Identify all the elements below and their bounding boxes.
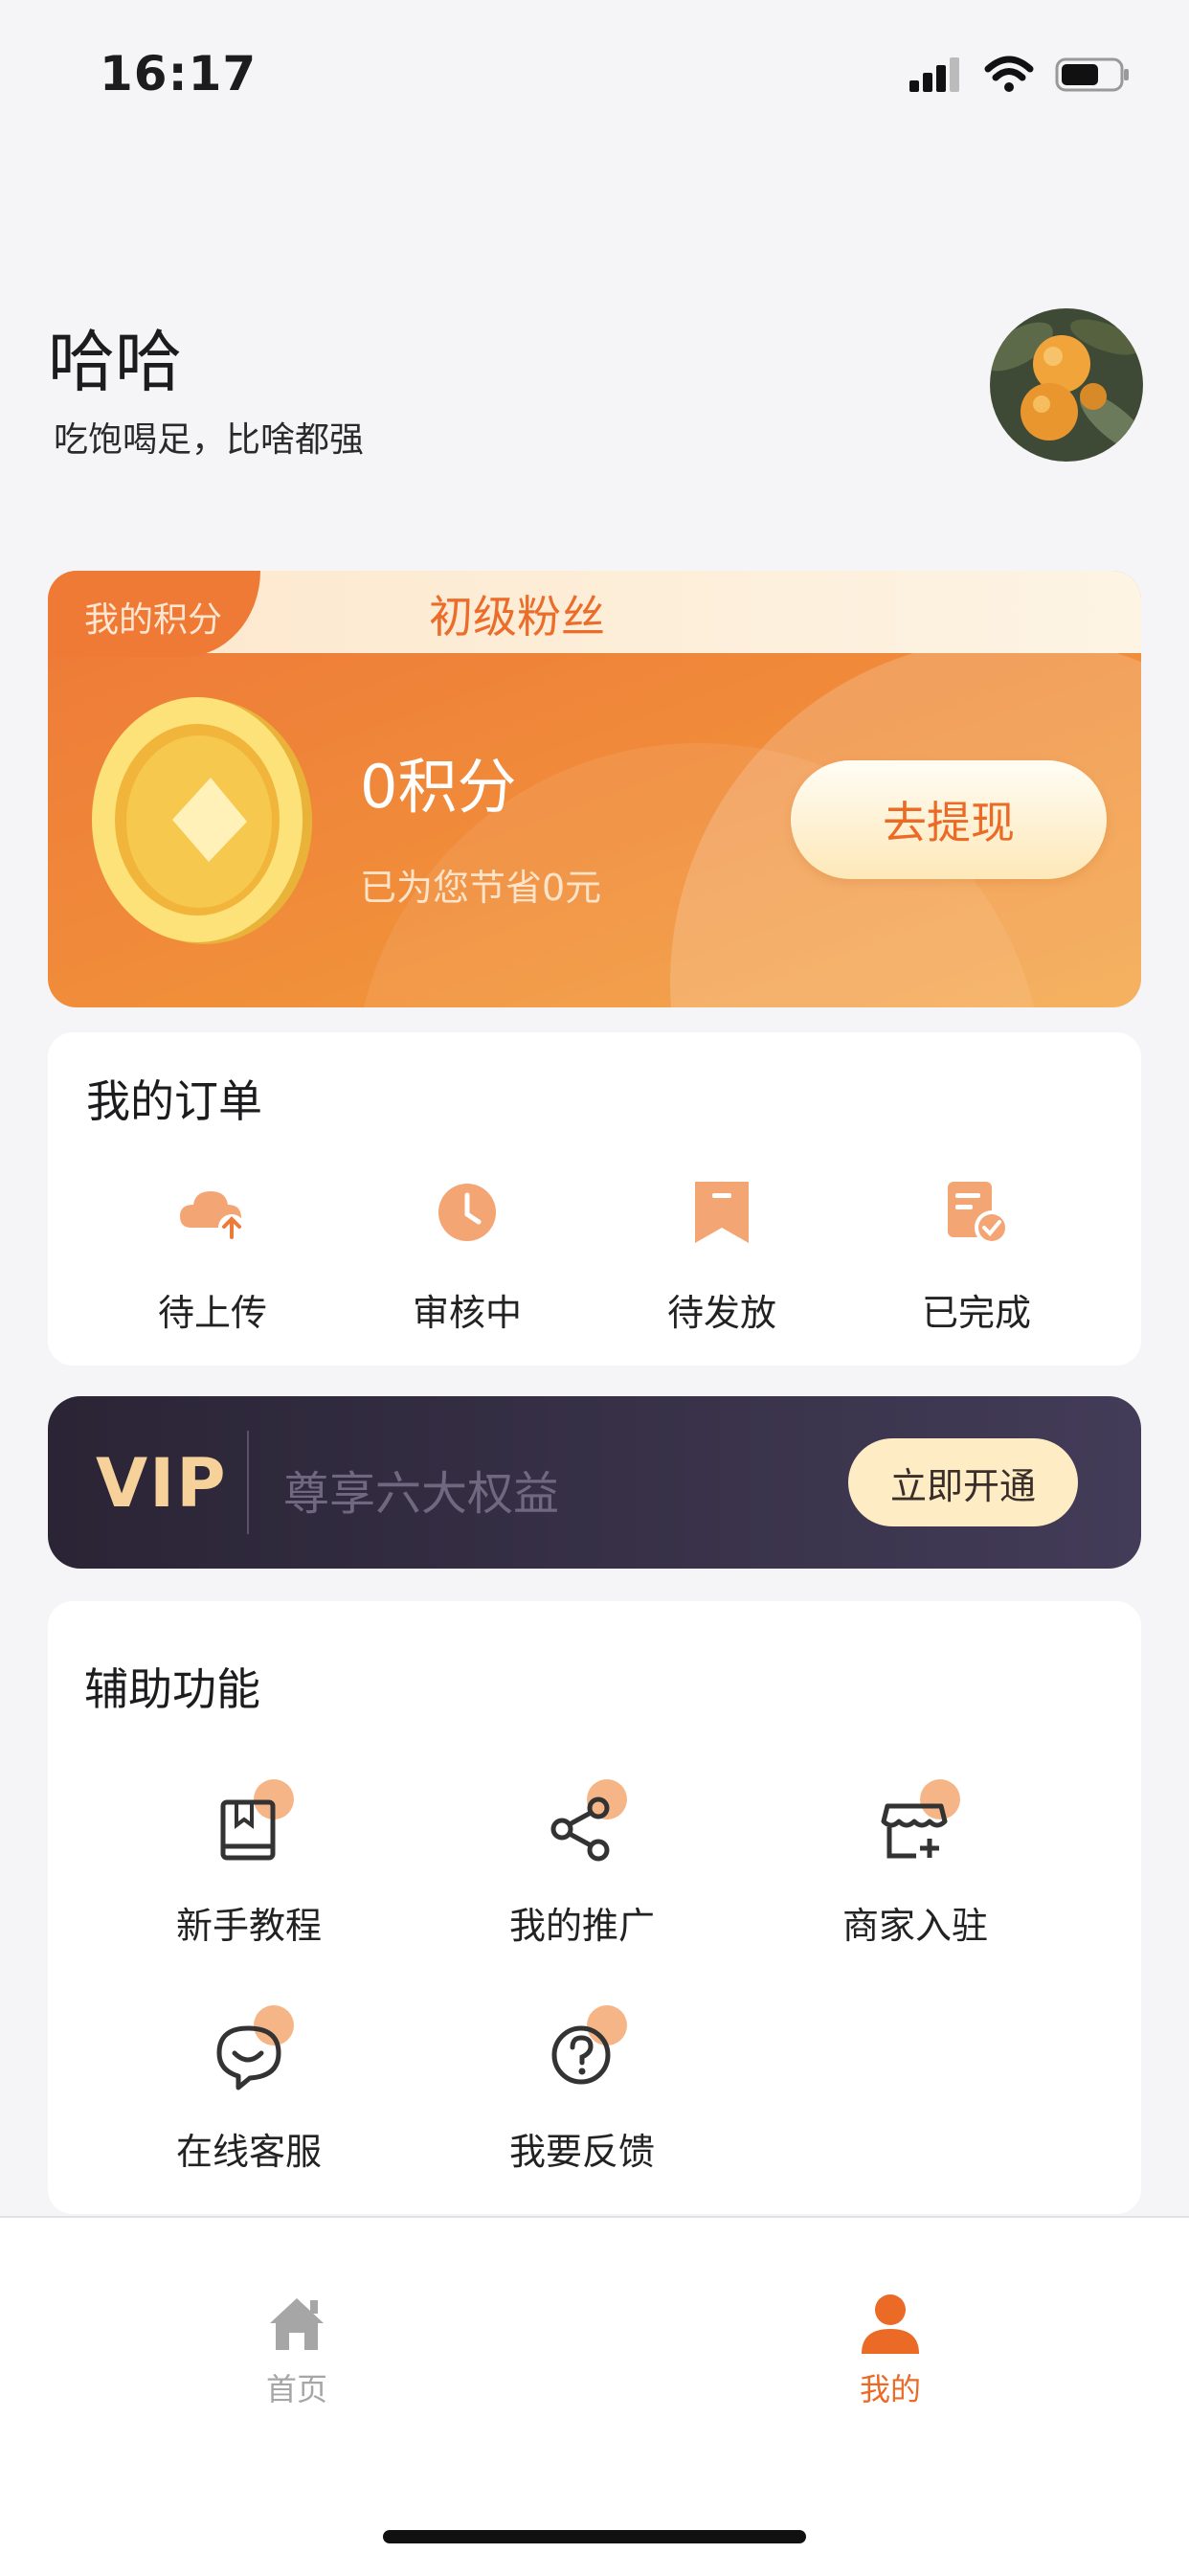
order-item-label: 待上传 xyxy=(157,1292,267,1334)
aux-item-label: 我的推广 xyxy=(508,1905,655,1947)
vip-benefits: 尊享六大权益 xyxy=(283,1467,560,1521)
tab-mine[interactable]: 我的 xyxy=(795,2289,986,2409)
vip-badge: VIP xyxy=(96,1444,228,1523)
points-value: 0积分 xyxy=(360,752,517,822)
avatar-image xyxy=(990,308,1143,462)
chat-smile-icon xyxy=(216,2025,281,2090)
home-icon xyxy=(270,2298,324,2350)
tab-label: 首页 xyxy=(265,2371,327,2407)
aux-feedback[interactable]: 我要反馈 xyxy=(438,2005,726,2175)
clock-icon xyxy=(438,1184,496,1241)
fan-level: 初级粉丝 xyxy=(429,591,605,643)
aux-title: 辅助功能 xyxy=(84,1663,260,1715)
checklist-icon xyxy=(948,1182,1009,1245)
aux-item-label: 在线客服 xyxy=(175,2131,322,2173)
store-icon xyxy=(881,1803,948,1859)
aux-merchant[interactable]: 商家入驻 xyxy=(772,1779,1059,1949)
order-item-label: 已完成 xyxy=(921,1292,1031,1334)
home-indicator[interactable] xyxy=(383,2530,806,2543)
battery-icon xyxy=(1055,57,1129,92)
tab-home[interactable]: 首页 xyxy=(201,2289,393,2409)
order-completed[interactable]: 已完成 xyxy=(852,1174,1101,1336)
wifi-icon xyxy=(984,56,1034,92)
order-pending-release[interactable]: 待发放 xyxy=(597,1174,846,1336)
saved-amount: 已为您节省0元 xyxy=(360,867,602,909)
share-icon xyxy=(550,1796,610,1862)
points-card[interactable]: 我的积分 初级粉丝 0积分 已为您节省0元 去提现 xyxy=(48,571,1141,1007)
book-icon xyxy=(220,1799,276,1861)
aux-item-label: 新手教程 xyxy=(175,1905,322,1947)
orders-title: 我的订单 xyxy=(86,1075,262,1127)
coin-icon xyxy=(92,697,312,944)
status-time: 16:17 xyxy=(100,46,258,102)
person-icon xyxy=(862,2294,919,2354)
vip-open-button[interactable]: 立即开通 xyxy=(848,1438,1078,1526)
order-item-label: 待发放 xyxy=(666,1292,776,1334)
aux-promotion[interactable]: 我的推广 xyxy=(438,1779,726,1949)
points-label: 我的积分 xyxy=(84,600,223,640)
aux-customer-service[interactable]: 在线客服 xyxy=(105,2005,393,2175)
order-reviewing[interactable]: 审核中 xyxy=(343,1174,592,1336)
aux-tutorial[interactable]: 新手教程 xyxy=(105,1779,393,1949)
aux-item-label: 我要反馈 xyxy=(508,2131,655,2173)
avatar[interactable] xyxy=(990,308,1143,462)
cloud-upload-icon xyxy=(180,1191,245,1241)
tab-bar: 首页 我的 xyxy=(0,2216,1189,2576)
order-item-label: 审核中 xyxy=(412,1292,522,1334)
user-name: 哈哈 xyxy=(48,323,182,401)
aux-card: 辅助功能 新手教程 我的推广 商家入驻 在线客服 我要反馈 xyxy=(48,1601,1141,2214)
vip-banner[interactable]: VIP 尊享六大权益 立即开通 xyxy=(48,1396,1141,1569)
orders-card: 我的订单 待上传 审核中 待发放 已完成 xyxy=(48,1032,1141,1366)
vip-divider xyxy=(247,1431,249,1534)
aux-item-label: 商家入驻 xyxy=(841,1905,988,1947)
order-pending-upload[interactable]: 待上传 xyxy=(88,1174,337,1336)
question-icon xyxy=(551,2025,611,2085)
user-signature: 吃饱喝足，比啥都强 xyxy=(54,420,365,460)
bookmark-icon xyxy=(695,1182,749,1243)
withdraw-button[interactable]: 去提现 xyxy=(791,760,1107,879)
status-icons xyxy=(909,56,1132,94)
tab-label: 我的 xyxy=(859,2371,921,2407)
signal-icon xyxy=(909,57,959,92)
